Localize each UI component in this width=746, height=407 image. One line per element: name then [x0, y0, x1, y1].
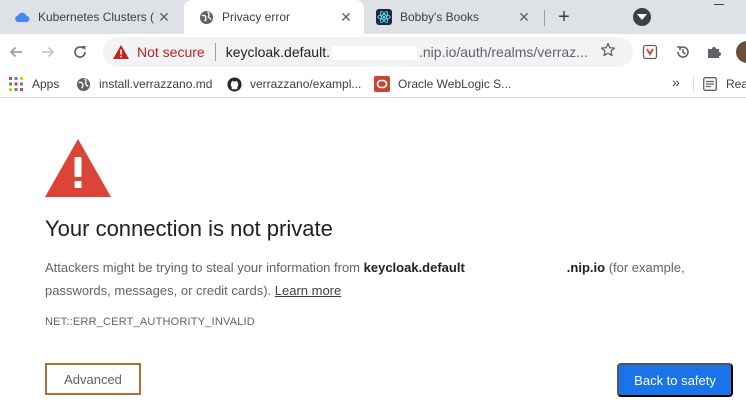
reading-list-label: Read: [726, 77, 746, 91]
reload-icon: [74, 46, 86, 58]
error-code[interactable]: NET::ERR_CERT_AUTHORITY_INVALID: [45, 316, 255, 328]
tab-privacy-error[interactable]: Privacy error ✕: [184, 0, 364, 34]
url-text[interactable]: keycloak.default. .nip.io/auth/realms/ver…: [225, 43, 588, 61]
tab-search-button[interactable]: [633, 8, 651, 26]
react-icon: [376, 9, 392, 25]
bookmark-install-verrazzano[interactable]: install.verrazzano.md: [75, 75, 212, 93]
browser-toolbar: Not secure keycloak.default. .nip.io/auth…: [0, 34, 746, 70]
github-icon: [226, 76, 242, 92]
forward-button[interactable]: [36, 40, 60, 64]
bookmarks-overflow-button[interactable]: »: [672, 74, 680, 90]
tab-kubernetes-clusters[interactable]: Kubernetes Clusters ( ✕: [0, 0, 182, 34]
privacy-error-page: Your connection is not private Attackers…: [0, 99, 746, 407]
tab-title: Kubernetes Clusters (: [38, 10, 155, 24]
reload-button[interactable]: [68, 40, 92, 64]
bookmark-star-icon[interactable]: [600, 42, 616, 58]
bookmarks-divider: [693, 76, 694, 92]
host-name: keycloak.default: [363, 260, 465, 275]
error-description: Attackers might be trying to steal your …: [45, 256, 705, 302]
danger-triangle-icon: [45, 139, 111, 197]
address-bar[interactable]: Not secure keycloak.default. .nip.io/auth…: [103, 37, 633, 67]
bookmarks-bar: Apps install.verrazzano.md verrazzano/ex…: [0, 70, 746, 98]
omnibox-divider: [214, 43, 216, 61]
tab-separator: [544, 10, 545, 26]
reading-list-icon: [702, 76, 718, 92]
bookmark-label: verrazzano/exampl...: [250, 77, 362, 91]
arrow-left-icon: [9, 46, 22, 58]
advanced-button[interactable]: Advanced: [45, 363, 141, 395]
close-tab-icon[interactable]: ✕: [156, 9, 172, 25]
back-button[interactable]: [4, 40, 28, 64]
extensions-puzzle-icon[interactable]: [705, 43, 723, 61]
profile-avatar[interactable]: [736, 41, 746, 63]
tab-title: Privacy error: [222, 10, 291, 24]
back-to-safety-button[interactable]: Back to safety: [617, 363, 733, 397]
bookmark-label: Apps: [32, 77, 60, 91]
url-host: keycloak.default.: [225, 43, 330, 60]
tab-title: Bobby's Books: [400, 10, 480, 24]
minimize-window-icon[interactable]: [714, 4, 724, 5]
extension-shield-icon[interactable]: [641, 43, 659, 61]
oracle-icon: [374, 76, 390, 92]
cloud-icon: [14, 9, 30, 25]
globe-icon: [75, 76, 91, 92]
chevron-down-icon: [637, 14, 647, 20]
warning-triangle-icon[interactable]: [113, 44, 129, 60]
tab-bobbys-books[interactable]: Bobby's Books ✕: [362, 0, 542, 34]
not-secure-label[interactable]: Not secure: [137, 44, 205, 60]
redacted-region: [332, 46, 417, 61]
apps-grid-icon: [8, 76, 24, 92]
host-suffix: .nip.io: [566, 260, 606, 275]
arrow-right-icon: [42, 46, 55, 58]
page-title: Your connection is not private: [45, 216, 333, 241]
description-text: Attackers might be trying to steal your …: [45, 260, 364, 275]
learn-more-link[interactable]: Learn more: [275, 283, 341, 298]
bookmark-label: Oracle WebLogic S...: [398, 77, 512, 91]
bookmark-verrazzano-examples[interactable]: verrazzano/exampl...: [226, 75, 361, 93]
url-path: .nip.io/auth/realms/verraz...: [419, 43, 588, 60]
close-tab-icon[interactable]: ✕: [338, 9, 354, 25]
new-tab-button[interactable]: +: [553, 6, 575, 28]
bookmark-label: install.verrazzano.md: [99, 77, 213, 91]
close-tab-icon[interactable]: ✕: [516, 9, 532, 25]
bookmark-apps[interactable]: Apps: [8, 75, 59, 93]
bookmark-oracle-weblogic[interactable]: Oracle WebLogic S...: [374, 75, 511, 93]
globe-icon: [198, 9, 214, 25]
history-icon[interactable]: [674, 43, 692, 61]
tab-strip: Kubernetes Clusters ( ✕ Privacy error ✕ …: [0, 0, 746, 34]
reading-list-button[interactable]: Read: [702, 75, 746, 93]
